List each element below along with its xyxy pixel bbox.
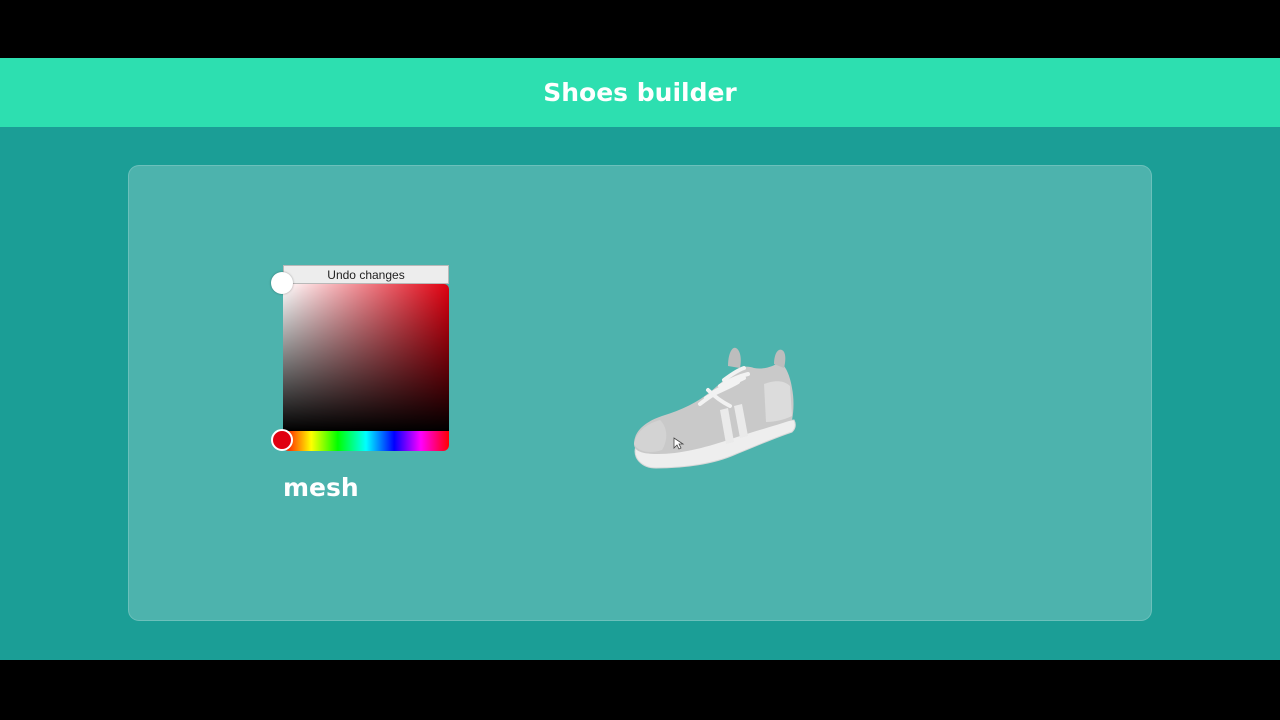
builder-panel: Undo changes mesh	[128, 165, 1152, 621]
selected-part-label: mesh	[283, 473, 359, 502]
saturation-value-handle[interactable]	[271, 272, 293, 294]
letterbox-bottom	[0, 660, 1280, 720]
saturation-value-area[interactable]	[283, 284, 449, 431]
hue-slider-handle[interactable]	[271, 429, 293, 451]
shoe-tongue	[728, 347, 741, 368]
shoe-model[interactable]	[624, 336, 804, 476]
shoe-toe	[634, 420, 667, 452]
header-bar: Shoes builder	[0, 58, 1280, 127]
letterbox-top	[0, 0, 1280, 58]
page-title: Shoes builder	[543, 78, 737, 107]
undo-changes-button[interactable]: Undo changes	[283, 265, 449, 284]
app-root: Shoes builder Undo changes mesh	[0, 58, 1280, 660]
shoe-heel-counter	[764, 381, 792, 422]
hue-slider[interactable]	[283, 431, 449, 451]
